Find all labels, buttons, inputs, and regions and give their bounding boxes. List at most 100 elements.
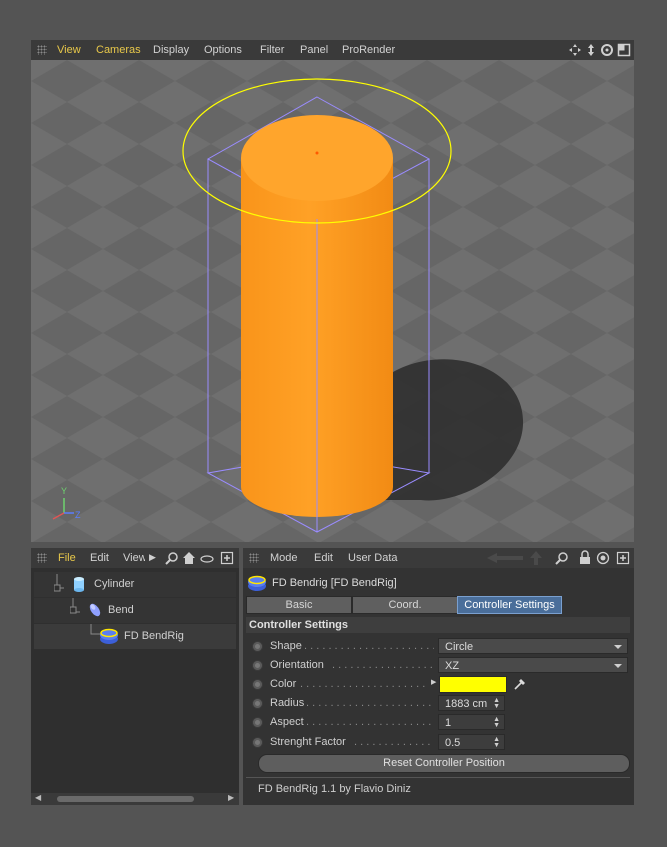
prop-radius: Radius . . . . . . . . . . . . . . . . .… xyxy=(246,694,630,713)
prop-color: Color . . . . . . . . . . . . . . . . . … xyxy=(246,675,630,694)
prop-shape: Shape . . . . . . . . . . . . . . . . . … xyxy=(246,637,630,656)
viewport-scene xyxy=(31,60,634,542)
tab-controller-settings[interactable]: Controller Settings xyxy=(457,596,562,614)
menu-prorender[interactable]: ProRender xyxy=(342,44,395,56)
tree-label-fd-bendrig: FD BendRig xyxy=(124,630,184,642)
strength-input[interactable]: 0.5 ▲ ▼ xyxy=(438,734,505,750)
orientation-dropdown[interactable]: XZ xyxy=(438,657,628,673)
eyedropper-icon[interactable] xyxy=(512,676,528,692)
menu-view[interactable]: View xyxy=(57,44,81,56)
reset-controller-button[interactable]: Reset Controller Position xyxy=(258,754,630,773)
tree-row-fd-bendrig[interactable]: FD BendRig xyxy=(34,624,236,649)
prop-label-strength: Strenght Factor xyxy=(270,736,346,748)
aspect-value: 1 xyxy=(445,717,452,729)
shape-value: Circle xyxy=(445,641,474,653)
menu-filter[interactable]: Filter xyxy=(260,44,284,56)
animate-toggle-icon[interactable] xyxy=(252,660,263,671)
stepper-icon[interactable]: ▲ ▼ xyxy=(493,736,500,749)
viewport-menubar: View Cameras Display Options Filter Pane… xyxy=(31,40,634,60)
menu-view[interactable]: View xyxy=(123,552,145,564)
tab-coord[interactable]: Coord. xyxy=(352,596,458,614)
leader-dots: . . . . . . . . . . . . . . . . . . . . … xyxy=(306,716,434,728)
animate-toggle-icon[interactable] xyxy=(252,737,263,748)
cylinder-top xyxy=(241,115,393,201)
tree-row-bend[interactable]: Bend xyxy=(34,598,236,623)
strength-value: 0.5 xyxy=(445,737,461,749)
radius-value: 1883 cm xyxy=(445,698,488,710)
search-icon[interactable] xyxy=(165,551,179,565)
prop-label-shape: Shape xyxy=(270,640,302,652)
more-menu-arrow-icon[interactable]: ▶ xyxy=(149,552,156,563)
lock-icon[interactable] xyxy=(579,550,591,565)
leader-dots: . . . . . . . . . . . . . . . . . . . . … xyxy=(304,640,434,652)
toggle-view-icon[interactable] xyxy=(617,43,631,57)
bend-deformer-icon xyxy=(89,603,101,617)
prop-strength: Strenght Factor . . . . . . . . . . . . … xyxy=(246,733,630,752)
prop-label-color: Color xyxy=(270,678,297,690)
axis-y-label: Y xyxy=(61,486,68,496)
expand-arrow-icon[interactable]: ▶ xyxy=(431,678,436,686)
chevron-down-icon xyxy=(614,645,622,649)
rotate-view-icon[interactable] xyxy=(600,43,614,57)
home-icon[interactable] xyxy=(182,551,196,565)
prop-label-orientation: Orientation xyxy=(270,659,324,671)
tree-label-cylinder: Cylinder xyxy=(94,578,135,590)
aspect-input[interactable]: 1 ▲ ▼ xyxy=(438,714,505,730)
eye-icon[interactable] xyxy=(200,551,214,565)
menu-edit[interactable]: Edit xyxy=(314,552,333,564)
panel-grip-icon[interactable] xyxy=(37,553,47,563)
tab-basic[interactable]: Basic xyxy=(246,596,352,614)
panel-grip-icon[interactable] xyxy=(37,45,47,55)
leader-dots: . . . . . . . . . . . . . . . . xyxy=(354,736,434,748)
leader-dots: . . . . . . . . . . . . . . . . . . . . … xyxy=(300,678,428,690)
animate-toggle-icon[interactable] xyxy=(252,717,263,728)
menu-file[interactable]: File xyxy=(58,552,76,564)
stepper-icon[interactable]: ▲ ▼ xyxy=(493,697,500,710)
animate-toggle-icon[interactable] xyxy=(252,679,263,690)
object-title: FD Bendrig [FD BendRig] xyxy=(272,577,397,589)
viewport[interactable]: Y Z xyxy=(31,60,634,542)
menu-panel[interactable]: Panel xyxy=(300,44,328,56)
object-manager-menubar: File Edit View ▶ xyxy=(31,548,239,568)
search-icon[interactable] xyxy=(555,551,569,565)
new-panel-icon[interactable] xyxy=(220,551,234,565)
menu-cameras[interactable]: Cameras xyxy=(96,44,141,56)
color-swatch[interactable] xyxy=(439,676,507,693)
orientation-value: XZ xyxy=(445,660,460,672)
prop-orientation: Orientation . . . . . . . . . . . . . . … xyxy=(246,656,630,675)
move-view-icon[interactable] xyxy=(568,43,582,57)
scroll-left-icon[interactable]: ◀ xyxy=(35,793,41,802)
section-header: Controller Settings xyxy=(246,617,630,633)
section-title: Controller Settings xyxy=(249,619,349,631)
up-arrow-icon[interactable] xyxy=(529,550,543,566)
new-panel-icon[interactable] xyxy=(616,551,630,565)
tree-row-cylinder[interactable]: Cylinder xyxy=(34,572,236,597)
target-icon[interactable] xyxy=(596,551,610,565)
tree-connector xyxy=(54,574,64,592)
stepper-icon[interactable]: ▲ ▼ xyxy=(493,716,500,729)
leader-dots: . . . . . . . . . . . . . . . . . . . . … xyxy=(306,697,434,709)
prop-label-radius: Radius xyxy=(270,697,305,709)
menu-user-data[interactable]: User Data xyxy=(348,552,398,564)
menu-edit[interactable]: Edit xyxy=(90,552,109,564)
animate-toggle-icon[interactable] xyxy=(252,641,263,652)
menu-options[interactable]: Options xyxy=(204,44,242,56)
radius-input[interactable]: 1883 cm ▲ ▼ xyxy=(438,695,505,711)
plugin-credit: FD BendRig 1.1 by Flavio Diniz xyxy=(258,783,411,795)
bendrig-tag-icon xyxy=(100,628,118,644)
shape-dropdown[interactable]: Circle xyxy=(438,638,628,654)
zoom-view-icon[interactable] xyxy=(584,43,598,57)
scrollbar-thumb[interactable] xyxy=(57,796,194,802)
menu-mode[interactable]: Mode xyxy=(270,552,298,564)
animate-toggle-icon[interactable] xyxy=(252,698,263,709)
prop-label-aspect: Aspect xyxy=(270,716,304,728)
divider xyxy=(246,777,630,778)
chevron-down-icon xyxy=(614,664,622,668)
scroll-right-icon[interactable]: ▶ xyxy=(228,793,234,802)
object-tree-scrollbar[interactable]: ◀ ▶ xyxy=(31,793,239,805)
back-arrow-icon[interactable] xyxy=(485,552,525,564)
menu-display[interactable]: Display xyxy=(153,44,189,56)
cylinder-icon xyxy=(74,577,84,592)
tree-label-bend: Bend xyxy=(108,604,134,616)
panel-grip-icon[interactable] xyxy=(249,553,259,563)
